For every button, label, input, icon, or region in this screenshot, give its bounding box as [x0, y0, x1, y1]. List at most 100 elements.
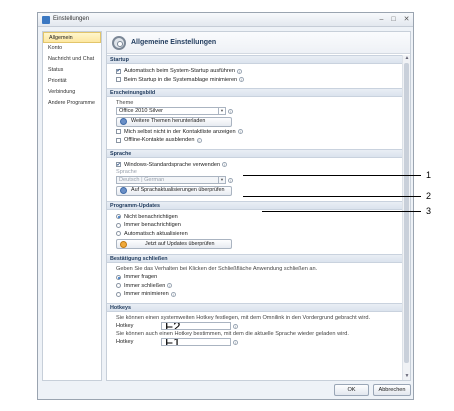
section-language-header: Sprache — [107, 148, 403, 158]
more-themes-button[interactable]: Weitere Themen herunterladen — [116, 116, 232, 127]
section-startup: Automatisch beim System-Startup ausführe… — [107, 64, 403, 88]
sidebar-item-status[interactable]: Status — [43, 65, 101, 76]
title-bar: Einstellungen – □ ✕ — [38, 13, 413, 27]
close-option-close[interactable]: Immer schließen i — [116, 282, 403, 291]
theme-select[interactable]: Office 2010 Silver ▼ — [116, 107, 226, 116]
settings-scroll-area: Startup Automatisch beim System-Startup … — [107, 55, 403, 380]
check-language-updates-button[interactable]: Auf Sprachaktualisierungen überprüfen — [116, 185, 232, 196]
radio-always-minimize-label: Immer minimieren — [124, 291, 169, 297]
sidebar-item-verbindung[interactable]: Verbindung — [43, 87, 101, 98]
section-closing: Geben Sie das Verhalten bei Klicken der … — [107, 263, 403, 303]
more-themes-label: Weitere Themen herunterladen — [131, 118, 206, 125]
hotkey-label-1: Hotkey — [116, 323, 134, 329]
hotkey-description-2: Sie können auch einen Hotkey bestimmen, … — [116, 330, 349, 337]
chevron-down-icon[interactable]: ▼ — [218, 108, 225, 115]
scroll-up-icon[interactable]: ▲ — [403, 55, 410, 62]
update-option-notify[interactable]: Immer benachrichtigen — [116, 221, 403, 230]
language-value: Deutsch | German — [119, 176, 165, 183]
autostart-row[interactable]: Automatisch beim System-Startup ausführe… — [116, 67, 403, 76]
hotkey-field-1[interactable] — [161, 322, 231, 330]
section-appearance: Theme Office 2010 Silver ▼ i Weitere The… — [107, 97, 403, 149]
sidebar: Allgemein Konto Nachricht und Chat Statu… — [42, 31, 102, 381]
theme-label: Theme — [116, 100, 134, 106]
vertical-scrollbar[interactable]: ▲ ▼ — [402, 55, 410, 380]
sidebar-item-konto[interactable]: Konto — [43, 43, 101, 54]
info-icon[interactable]: i — [237, 129, 243, 135]
radio-not-notify[interactable] — [116, 214, 121, 220]
callout-line-2 — [243, 196, 421, 197]
autostart-checkbox[interactable] — [116, 67, 121, 76]
window-title: Einstellungen — [53, 16, 90, 22]
closing-description: Geben Sie das Verhalten bei Klicken der … — [116, 266, 318, 272]
use-windows-language-row[interactable]: Windows-Standardsprache verwenden i — [116, 161, 403, 169]
ok-button[interactable]: OK — [334, 384, 369, 396]
scrollbar-thumb[interactable] — [404, 63, 409, 363]
sidebar-item-nachricht-und-chat[interactable]: Nachricht und Chat — [43, 54, 101, 65]
update-option-none[interactable]: Nicht benachrichtigen — [116, 213, 403, 222]
info-icon[interactable]: i — [233, 339, 238, 345]
page-title: Allgemeine Einstellungen — [131, 39, 217, 46]
callout-line-3 — [262, 211, 421, 212]
info-icon[interactable]: i — [222, 162, 228, 168]
sidebar-item-allgemein[interactable]: Allgemein — [43, 32, 101, 43]
settings-window: Einstellungen – □ ✕ Allgemein Konto Nach… — [37, 12, 414, 400]
info-icon[interactable]: i — [237, 68, 242, 74]
radio-always-ask[interactable] — [116, 274, 121, 280]
section-closing-header: Bestätigung schließen — [107, 254, 403, 263]
show-self-label: Mich selbst nicht in der Kontaktliste an… — [124, 128, 236, 135]
sidebar-item-andere-programme[interactable]: Andere Programme — [43, 98, 101, 109]
minimize-checkbox[interactable] — [116, 77, 121, 83]
section-updates-header: Programm-Updates — [107, 200, 403, 210]
minimize-row[interactable]: Beim Startup in die Systemablage minimie… — [116, 76, 403, 85]
radio-always-notify[interactable] — [116, 222, 121, 228]
hotkey-field-2[interactable] — [161, 338, 231, 346]
refresh-icon — [120, 187, 127, 194]
info-icon[interactable]: i — [239, 77, 245, 83]
info-icon[interactable]: i — [196, 137, 202, 143]
use-windows-language-checkbox[interactable] — [116, 161, 121, 169]
info-icon[interactable]: i — [233, 323, 238, 329]
radio-auto-update-label: Automatisch aktualisieren — [124, 230, 188, 237]
cancel-button[interactable]: Abbrechen — [373, 384, 411, 396]
language-select[interactable]: Deutsch | German ▼ — [116, 176, 226, 185]
close-option-minimize[interactable]: Immer minimieren i — [116, 290, 403, 299]
show-self-row[interactable]: Mich selbst nicht in der Kontaktliste an… — [116, 128, 403, 137]
check-updates-label: Jetzt auf Updates überprüfen — [145, 240, 215, 247]
info-icon[interactable]: i — [228, 108, 233, 114]
theme-value: Office 2010 Silver — [119, 107, 164, 114]
radio-always-ask-label: Immer fragen — [124, 274, 158, 280]
gear-icon — [112, 36, 126, 50]
chevron-down-icon[interactable]: ▼ — [218, 177, 225, 184]
maximize-button[interactable]: □ — [389, 15, 398, 24]
radio-always-close[interactable] — [116, 283, 121, 289]
hotkey-label-2: Hotkey — [116, 339, 134, 345]
section-hotkeys: Sie können einen systemweiten Hotkey fes… — [107, 312, 403, 351]
info-icon[interactable]: i — [170, 291, 176, 297]
minimize-label: Beim Startup in die Systemablage minimie… — [124, 76, 238, 83]
radio-always-minimize[interactable] — [116, 291, 121, 297]
minimize-button[interactable]: – — [377, 15, 386, 24]
update-option-auto[interactable]: Automatisch aktualisieren — [116, 230, 403, 239]
sidebar-item-prioritaet[interactable]: Priorität — [43, 76, 101, 87]
hotkey-description-1: Sie können einen systemweiten Hotkey fes… — [116, 314, 371, 321]
info-icon[interactable]: i — [167, 283, 173, 289]
hide-offline-row[interactable]: Offline-Kontakte ausblenden i — [116, 136, 403, 145]
show-self-checkbox[interactable] — [116, 129, 121, 135]
callout-label-3: 3 — [426, 206, 432, 216]
section-startup-header: Startup — [107, 55, 403, 64]
hide-offline-checkbox[interactable] — [116, 137, 121, 143]
scroll-down-icon[interactable]: ▼ — [403, 373, 410, 380]
section-hotkeys-header: Hotkeys — [107, 302, 403, 312]
callout-line-1 — [243, 175, 421, 176]
close-option-ask[interactable]: Immer fragen — [116, 273, 403, 282]
radio-auto-update[interactable] — [116, 231, 121, 237]
info-icon[interactable]: i — [228, 177, 233, 183]
check-updates-button[interactable]: Jetzt auf Updates überprüfen — [116, 239, 232, 249]
main-panel: Allgemeine Einstellungen Startup Automat… — [106, 31, 411, 381]
use-windows-language-label: Windows-Standardsprache verwenden — [124, 161, 221, 168]
close-button[interactable]: ✕ — [402, 15, 411, 24]
section-language: Windows-Standardsprache verwenden i Spra… — [107, 158, 403, 201]
radio-not-notify-label: Nicht benachrichtigen — [124, 213, 178, 220]
radio-always-close-label: Immer schließen — [124, 282, 166, 289]
callout-label-1: 1 — [426, 170, 432, 180]
